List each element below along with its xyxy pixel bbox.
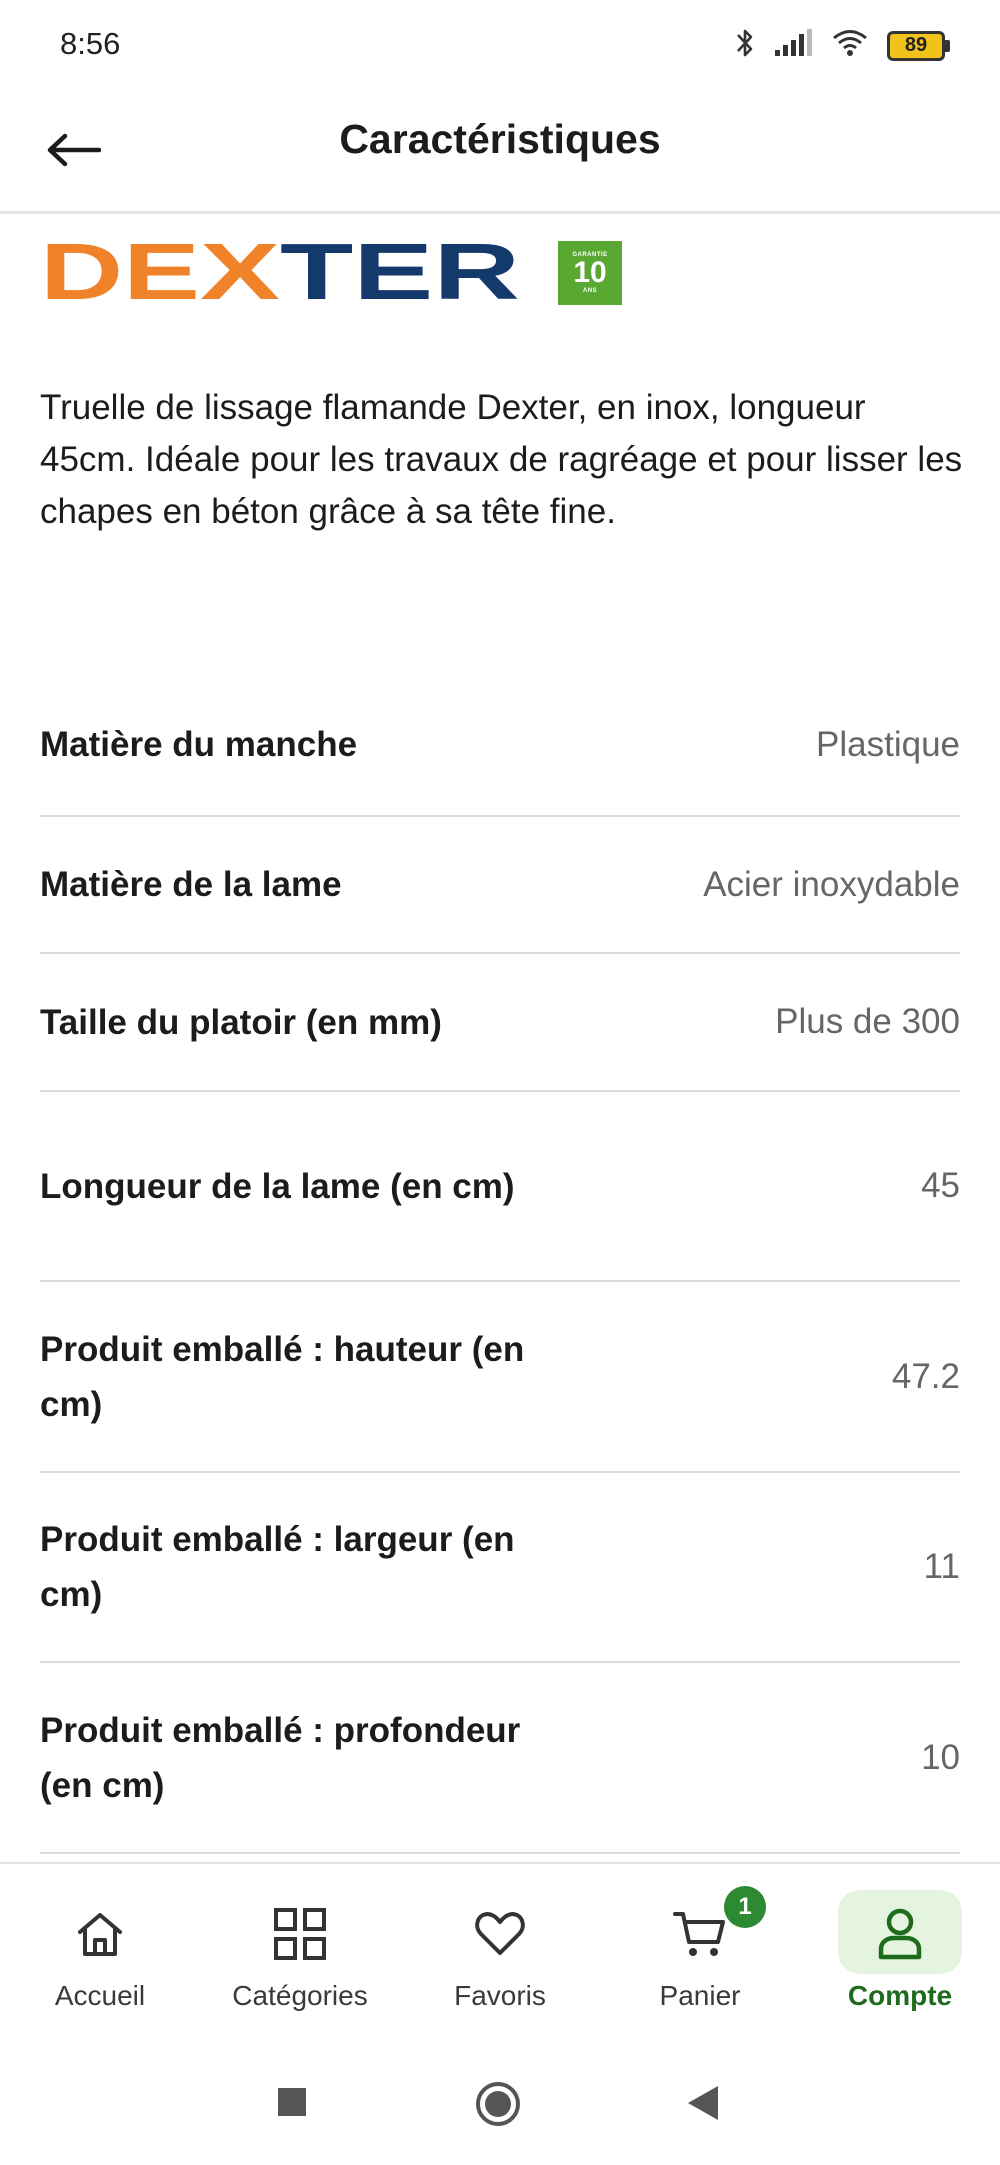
signal-icon	[773, 28, 813, 63]
spec-value: 47.2	[891, 1356, 960, 1396]
spec-label: Produit emballé : largeur (en cm)	[40, 1520, 515, 1614]
heart-icon	[470, 1904, 530, 1964]
status-icons: 89	[735, 26, 950, 65]
bluetooth-icon	[735, 26, 755, 65]
nav-label: Compte	[847, 1980, 953, 2011]
battery-level: 89	[887, 30, 945, 61]
spec-label: Taille du platoir (en mm)	[40, 1002, 442, 1042]
nav-item-compte[interactable]: Compte	[800, 1864, 1000, 2048]
cart-icon	[670, 1904, 730, 1964]
nav-item-categories[interactable]: Catégories	[200, 1864, 400, 2048]
brand-row: DE X TER GARANTIE 10 ANS	[40, 238, 622, 308]
nav-label: Catégories	[232, 1980, 368, 2011]
nav-label: Favoris	[454, 1980, 546, 2011]
spec-label: Longueur de la lame (en cm)	[40, 1166, 515, 1206]
svg-text:DE: DE	[40, 242, 200, 304]
spec-label: Matière de la lame	[40, 865, 342, 904]
spec-value: 45	[921, 1166, 960, 1205]
spec-row: Longueur de la lame (en cm) 45	[40, 1092, 960, 1282]
user-icon	[870, 1904, 930, 1964]
back-triangle-icon[interactable]	[686, 2084, 720, 2127]
warranty-years: 10	[573, 256, 607, 289]
recents-square-icon[interactable]	[276, 2086, 308, 2123]
status-bar: 8:56 89	[0, 0, 1000, 90]
nav-item-panier[interactable]: 1 Panier	[600, 1864, 800, 2048]
spec-row: Matière du manche Plastique	[40, 680, 960, 817]
spec-label: Matière du manche	[40, 725, 358, 764]
nav-label: Accueil	[54, 1980, 146, 2011]
spec-label: Produit emballé : hauteur (en cm)	[40, 1329, 525, 1424]
spec-row: Produit emballé : hauteur (en cm) 47.2	[40, 1282, 960, 1473]
spec-value: Acier inoxydable	[703, 864, 960, 904]
product-description: Truelle de lissage flamande Dexter, en i…	[40, 388, 963, 531]
warranty-unit: ANS	[582, 288, 598, 294]
spec-value: 11	[923, 1547, 960, 1586]
top-app-bar: Caractéristiques	[0, 90, 1000, 214]
nav-label: Panier	[659, 1980, 741, 2011]
wifi-icon	[831, 28, 869, 63]
home-icon	[70, 1904, 130, 1964]
spec-row: Produit emballé : largeur (en cm) 11	[40, 1473, 960, 1663]
spec-row: Taille du platoir (en mm) Plus de 300	[40, 954, 960, 1092]
warranty-badge: GARANTIE 10 ANS	[558, 241, 622, 305]
page-title: Caractéristiques	[339, 116, 661, 162]
cart-count-badge: 1	[724, 1886, 766, 1928]
svg-text:TER: TER	[280, 242, 520, 304]
home-circle-icon[interactable]	[474, 2080, 522, 2133]
spec-label: Produit emballé : profondeur (en cm)	[40, 1710, 521, 1805]
specs-table: Matière du manche Plastique Matière de l…	[40, 680, 960, 1854]
spec-value: Plastique	[816, 724, 960, 764]
spec-row: Produit emballé : profondeur (en cm) 10	[40, 1663, 960, 1854]
system-navigation-bar	[0, 2046, 1000, 2165]
svg-text:X: X	[200, 242, 280, 304]
spec-value: 10	[921, 1737, 960, 1777]
nav-item-favoris[interactable]: Favoris	[400, 1864, 600, 2048]
battery-icon: 89	[887, 30, 950, 61]
grid-icon	[270, 1904, 330, 1964]
bottom-navigation: Accueil Catégories Favoris 1 Panier Comp…	[0, 1862, 1000, 2046]
nav-item-accueil[interactable]: Accueil	[0, 1864, 200, 2048]
status-time: 8:56	[60, 26, 121, 61]
spec-row: Matière de la lame Acier inoxydable	[40, 817, 960, 954]
spec-value: Plus de 300	[775, 1002, 960, 1041]
dexter-logo: DE X TER	[40, 242, 520, 304]
